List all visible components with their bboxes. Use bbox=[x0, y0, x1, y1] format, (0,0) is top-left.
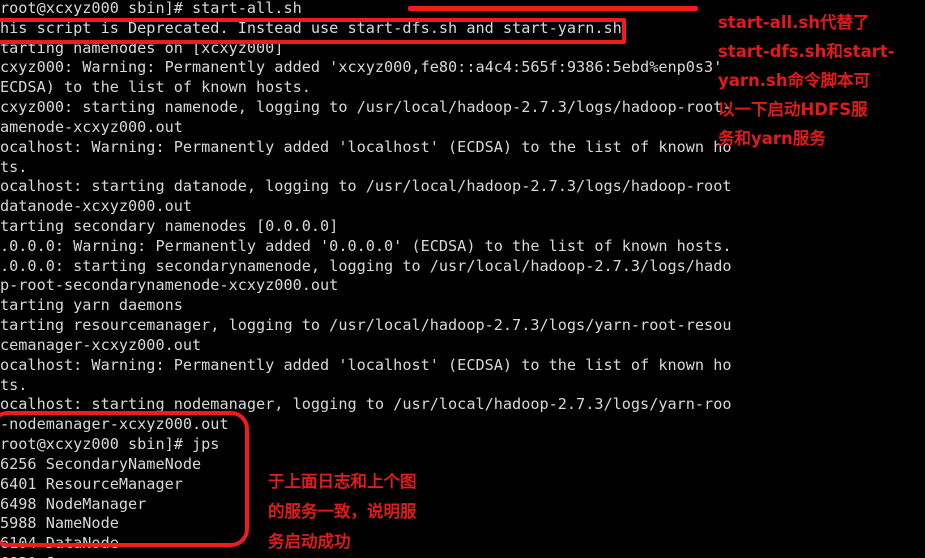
terminal-line: ts. bbox=[0, 157, 28, 176]
terminal-line: root@xcxyz000 sbin]# jps bbox=[0, 435, 220, 454]
terminal-line: ocalhost: Warning: Permanently added 'lo… bbox=[0, 355, 732, 374]
terminal-line: 6256 SecondaryNameNode bbox=[0, 454, 202, 473]
terminal-line: .0.0.0: starting secondarynamenode, logg… bbox=[0, 256, 732, 275]
terminal-line: 5988 NameNode bbox=[0, 514, 119, 533]
terminal-line: cxyz000: starting namenode, logging to /… bbox=[0, 98, 732, 117]
terminal-line: datanode-xcxyz000.out bbox=[0, 197, 193, 216]
terminal-line: root@xcxyz000 sbin]# start-all.sh bbox=[0, 0, 302, 17]
terminal-line: p-root-secondarynamenode-xcxyz000.out bbox=[0, 276, 339, 295]
terminal-line: ECDSA) to the list of known hosts. bbox=[0, 78, 311, 97]
terminal-line: tarting yarn daemons bbox=[0, 296, 183, 315]
terminal-line: tarting resourcemanager, logging to /usr… bbox=[0, 316, 732, 335]
terminal-line: cxyz000: Warning: Permanently added 'xcx… bbox=[0, 58, 723, 77]
terminal-line: .0.0.0: Warning: Permanently added '0.0.… bbox=[0, 236, 732, 255]
terminal-line: his script is Deprecated. Instead use st… bbox=[0, 18, 622, 37]
terminal-line: tarting namenodes on [xcxyz000] bbox=[0, 38, 284, 57]
terminal-line: 6498 NodeManager bbox=[0, 494, 147, 513]
terminal-line: ocalhost: starting datanode, logging to … bbox=[0, 177, 732, 196]
terminal-output[interactable]: root@xcxyz000 sbin]# start-all.sh his scr… bbox=[0, 0, 925, 558]
terminal-line: 6104 DataNode bbox=[0, 534, 119, 553]
terminal-line: ts. bbox=[0, 375, 28, 394]
terminal-line: ocalhost: Warning: Permanently added 'lo… bbox=[0, 137, 732, 156]
terminal-line: 6830 Jps bbox=[0, 554, 73, 558]
terminal-line: cemanager-xcxyz000.out bbox=[0, 335, 202, 354]
terminal-line: 6401 ResourceManager bbox=[0, 474, 183, 493]
terminal-line: ocalhost: starting nodemanager, logging … bbox=[0, 395, 732, 414]
terminal-line: amenode-xcxyz000.out bbox=[0, 117, 183, 136]
terminal-line: -nodemanager-xcxyz000.out bbox=[0, 415, 229, 434]
terminal-line: tarting secondary namenodes [0.0.0.0] bbox=[0, 217, 339, 236]
terminal-screen: root@xcxyz000 sbin]# start-all.sh his scr… bbox=[0, 0, 925, 558]
